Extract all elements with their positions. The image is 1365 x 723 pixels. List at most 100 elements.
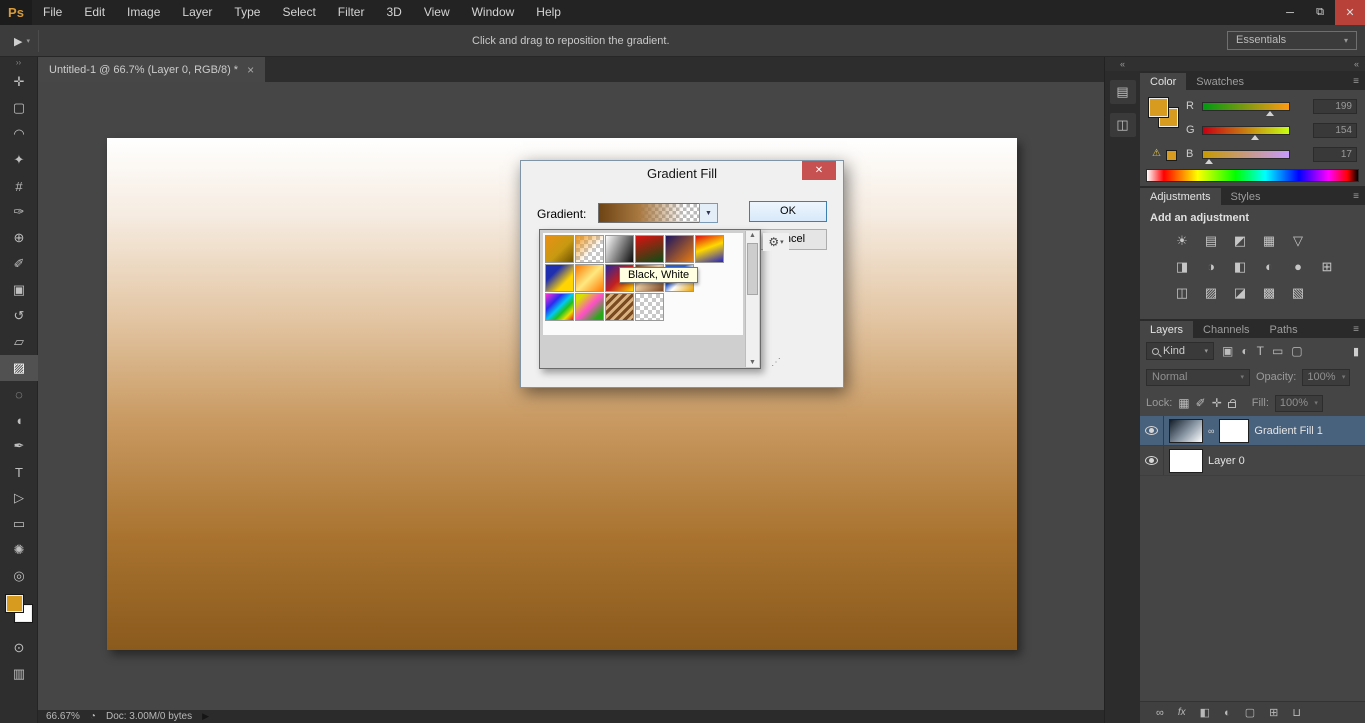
layer-thumbnail[interactable] [1169, 418, 1203, 443]
resize-grip-icon[interactable]: ⋰ [771, 357, 781, 368]
channel-mixer-icon[interactable]: ● [1290, 259, 1306, 275]
gamut-color-swatch[interactable] [1166, 150, 1177, 161]
lock-all-icon[interactable] [1227, 399, 1236, 408]
link-layers-icon[interactable]: ∞ [1156, 707, 1164, 719]
red-slider-handle[interactable] [1266, 110, 1275, 116]
color-lookup-icon[interactable]: ⊞ [1319, 259, 1335, 275]
color-balance-icon[interactable]: ◑ [1203, 259, 1219, 275]
visibility-toggle[interactable] [1140, 446, 1164, 475]
layer-row-gradient-fill-1[interactable]: ∞ Gradient Fill 1 [1140, 416, 1365, 446]
history-brush-tool[interactable]: ↺ [0, 303, 38, 329]
spot-healing-brush-tool[interactable]: ⊕ [0, 225, 38, 251]
history-panel-button[interactable]: ▤ [1109, 80, 1136, 104]
gradient-map-icon[interactable]: ▩ [1261, 285, 1277, 301]
lasso-tool[interactable]: ◠ [0, 121, 38, 147]
menu-3d[interactable]: 3D [375, 0, 412, 25]
red-value-field[interactable]: 199 [1313, 98, 1357, 114]
rectangular-marquee-tool[interactable]: ▢ [0, 95, 38, 121]
delete-layer-icon[interactable]: ⊔ [1292, 706, 1301, 719]
dock-collapse-icon[interactable]: « [1105, 57, 1140, 71]
preset-yellow-pink-green[interactable] [575, 293, 604, 321]
tab-adjustments[interactable]: Adjustments [1140, 188, 1221, 205]
properties-panel-button[interactable]: ◫ [1109, 113, 1136, 137]
quick-selection-tool[interactable]: ✦ [0, 147, 38, 173]
color-spectrum-bar[interactable] [1146, 169, 1359, 182]
green-slider[interactable] [1202, 125, 1290, 140]
fill-field[interactable]: 100% ▾ [1274, 394, 1323, 412]
blue-value-field[interactable]: 17 [1313, 146, 1357, 162]
status-flyout-icon[interactable]: ▶ [202, 711, 209, 722]
lock-position-icon[interactable]: ✛ [1212, 396, 1222, 410]
invert-icon[interactable]: ◫ [1174, 285, 1190, 301]
pixel-layer-filter-icon[interactable]: ▣ [1222, 344, 1233, 358]
scroll-down-icon[interactable]: ▼ [746, 359, 759, 366]
foreground-color-swatch[interactable] [1148, 97, 1169, 118]
preset-foreground-to-background[interactable] [545, 235, 574, 263]
shape-layer-filter-icon[interactable]: ▭ [1272, 344, 1283, 358]
tab-paths[interactable]: Paths [1260, 321, 1308, 338]
preset-orange-yellow-orange[interactable] [575, 264, 604, 292]
zoom-level[interactable]: 66.67% [46, 711, 80, 722]
panel-menu-icon[interactable]: ≡ [1347, 73, 1365, 90]
gradient-tool[interactable]: ▨ [0, 355, 38, 381]
canvas-pasteboard[interactable]: Gradient Fill ✕ Gradient: ▼ OK Cancel [38, 82, 1104, 710]
close-button[interactable]: ✕ [1335, 0, 1365, 25]
brush-tool[interactable]: ✐ [0, 251, 38, 277]
new-layer-icon[interactable]: ⊞ [1269, 706, 1278, 719]
lock-image-pixels-icon[interactable]: ✐ [1196, 396, 1206, 410]
restore-button[interactable]: ⧉ [1305, 0, 1335, 25]
tab-channels[interactable]: Channels [1193, 321, 1259, 338]
foreground-color-swatch[interactable] [5, 594, 24, 613]
preset-blue-yellow-blue[interactable] [545, 264, 574, 292]
zoom-tool[interactable]: ◎ [0, 563, 38, 589]
eraser-tool[interactable]: ▱ [0, 329, 38, 355]
preset-rainbow[interactable] [545, 293, 574, 321]
ok-button[interactable]: OK [749, 201, 827, 222]
tab-styles[interactable]: Styles [1221, 188, 1271, 205]
photo-filter-icon[interactable]: ◐ [1261, 259, 1277, 275]
lock-transparent-pixels-icon[interactable]: ▦ [1178, 396, 1189, 410]
red-slider[interactable] [1202, 101, 1290, 116]
layer-filter-kind-dropdown[interactable]: Kind ▾ [1146, 342, 1214, 360]
rectangle-tool[interactable]: ▭ [0, 511, 38, 537]
gradient-dropdown-button[interactable]: ▼ [699, 203, 718, 223]
new-adjustment-layer-icon[interactable]: ◐ [1224, 707, 1231, 719]
exposure-icon[interactable]: ▦ [1261, 233, 1277, 249]
preset-options-button[interactable]: ⚙ ▾ [763, 233, 789, 251]
preset-red-green[interactable] [635, 235, 664, 263]
vibrance-icon[interactable]: ▽ [1290, 233, 1306, 249]
screen-mode-button[interactable]: ▥ [0, 661, 38, 687]
menu-select[interactable]: Select [271, 0, 326, 25]
mask-link-icon[interactable]: ∞ [1208, 426, 1214, 436]
smart-object-filter-icon[interactable]: ▢ [1291, 344, 1302, 358]
brightness-contrast-icon[interactable]: ☀ [1174, 233, 1190, 249]
add-layer-mask-icon[interactable]: ◧ [1200, 706, 1210, 719]
blue-slider-handle[interactable] [1205, 158, 1214, 164]
crop-tool[interactable]: # [0, 173, 38, 199]
layer-effects-icon[interactable]: fx [1178, 707, 1186, 718]
menu-type[interactable]: Type [223, 0, 271, 25]
menu-filter[interactable]: Filter [327, 0, 376, 25]
green-slider-handle[interactable] [1250, 134, 1259, 140]
scroll-up-icon[interactable]: ▲ [746, 232, 759, 239]
posterize-icon[interactable]: ▨ [1203, 285, 1219, 301]
panel-menu-icon[interactable]: ≡ [1347, 321, 1365, 338]
preset-foreground-to-transparent[interactable] [575, 235, 604, 263]
eyedropper-tool[interactable]: ✑ [0, 199, 38, 225]
dialog-close-button[interactable]: ✕ [802, 161, 836, 180]
minimize-button[interactable]: ─ [1275, 0, 1305, 25]
hand-tool[interactable]: ✺ [0, 537, 38, 563]
panels-collapse-icon[interactable]: « [1140, 57, 1365, 71]
layer-mask-thumbnail[interactable] [1219, 418, 1250, 443]
preset-transparent-checker[interactable] [635, 293, 664, 321]
type-tool[interactable]: T [0, 459, 38, 485]
menu-view[interactable]: View [413, 0, 461, 25]
menu-layer[interactable]: Layer [171, 0, 223, 25]
levels-icon[interactable]: ▤ [1203, 233, 1219, 249]
tab-close-icon[interactable]: × [247, 63, 254, 77]
menu-window[interactable]: Window [461, 0, 526, 25]
menu-file[interactable]: File [32, 0, 73, 25]
document-tab[interactable]: Untitled-1 @ 66.7% (Layer 0, RGB/8) * × [38, 57, 266, 82]
tab-color[interactable]: Color [1140, 73, 1187, 90]
tools-collapse-icon[interactable]: ›› [0, 57, 37, 69]
